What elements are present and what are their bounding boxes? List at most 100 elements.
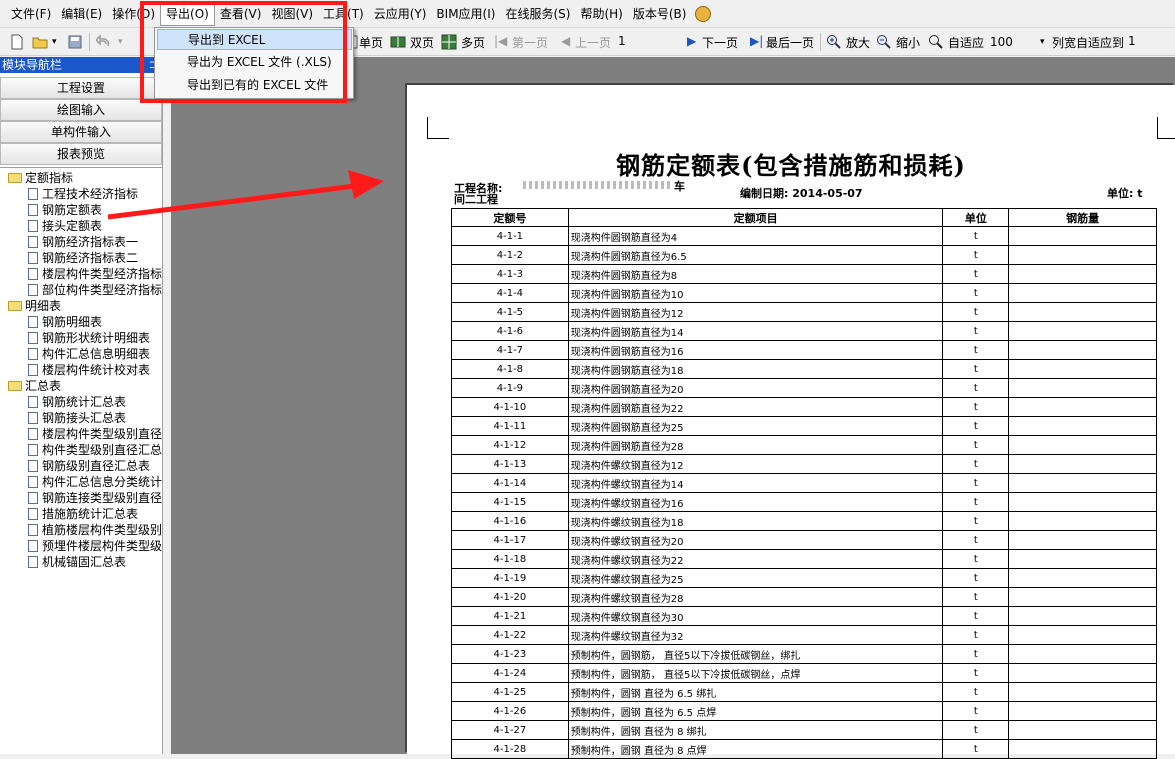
- fit-icon[interactable]: [928, 34, 944, 50]
- tree-report-item[interactable]: 楼层构件统计校对表: [28, 362, 150, 378]
- open-folder-icon[interactable]: [32, 34, 48, 50]
- table-row: 4-1-7 现浇构件圆钢筋直径为16 t: [451, 340, 1157, 360]
- tree-report-item[interactable]: 接头定额表: [28, 218, 102, 234]
- tree-report-item[interactable]: 钢筋明细表: [28, 314, 102, 330]
- undo-dropdown-icon[interactable]: ▾: [118, 37, 123, 47]
- menu-online[interactable]: 在线服务(S): [500, 0, 575, 28]
- col-header-item: 定额项目: [567, 208, 944, 227]
- tree-report-item[interactable]: 楼层构件类型经济指标: [28, 266, 162, 282]
- document-icon: [28, 332, 38, 344]
- next-page-button[interactable]: 下一页: [702, 34, 738, 51]
- first-page-icon[interactable]: |◀: [494, 34, 507, 48]
- zoom-dropdown-icon[interactable]: ▾: [1040, 37, 1045, 47]
- prev-page-icon[interactable]: ◀: [561, 34, 570, 48]
- zoom-level-select[interactable]: 100: [990, 32, 1040, 52]
- tree-report-item[interactable]: 钢筋级别直径汇总表: [28, 458, 150, 474]
- menu-bim[interactable]: BIM应用(I): [431, 0, 500, 28]
- tree-item-label: 接头定额表: [42, 219, 103, 233]
- folder-icon: [8, 381, 22, 391]
- tree-report-item[interactable]: 工程技术经济指标: [28, 186, 138, 202]
- cell-code: 4-1-14: [451, 473, 569, 493]
- cell-item: 现浇构件圆钢筋直径为14: [567, 321, 944, 341]
- tree-folder[interactable]: 汇总表: [8, 378, 61, 394]
- table-row: 4-1-21 现浇构件螺纹钢直径为30 t: [451, 606, 1157, 626]
- tree-report-item[interactable]: 构件类型级别直径汇总: [28, 442, 162, 458]
- cell-unit: t: [942, 568, 1010, 588]
- zoom-out-button[interactable]: 缩小: [896, 34, 920, 51]
- tree-report-item[interactable]: 钢筋形状统计明细表: [28, 330, 150, 346]
- toolbar-separator: [820, 33, 821, 51]
- document-icon: [28, 540, 38, 552]
- save-icon[interactable]: [67, 34, 83, 50]
- nav-single-component-input[interactable]: 单构件输入: [0, 121, 162, 143]
- tree-report-item[interactable]: 钢筋定额表: [28, 202, 102, 218]
- crop-mark: [1157, 138, 1175, 139]
- cell-item: 预制构件，圆钢 直径为 6.5 点焊: [567, 701, 944, 721]
- next-page-icon[interactable]: ▶: [687, 34, 696, 48]
- tree-folder[interactable]: 定额指标: [8, 170, 73, 186]
- tree-item-label: 钢筋经济指标表一: [42, 235, 139, 249]
- report-title: 钢筋定额表(包含措施筋和损耗): [616, 151, 966, 180]
- page-number-field[interactable]: 1: [618, 34, 626, 48]
- table-row: 4-1-3 现浇构件圆钢筋直径为8 t: [451, 264, 1157, 284]
- tree-report-item[interactable]: 楼层构件类型级别直径: [28, 426, 162, 442]
- cell-unit: t: [942, 720, 1010, 740]
- tree-folder[interactable]: 明细表: [8, 298, 61, 314]
- tree-report-item[interactable]: 措施筋统计汇总表: [28, 506, 138, 522]
- menu-edit[interactable]: 编辑(E): [56, 0, 107, 28]
- tree-report-item[interactable]: 钢筋经济指标表一: [28, 234, 138, 250]
- menu-version[interactable]: 版本号(B): [628, 0, 692, 28]
- menu-help[interactable]: 帮助(H): [575, 0, 627, 28]
- tree-report-item[interactable]: 构件汇总信息明细表: [28, 346, 150, 362]
- multi-page-button[interactable]: 多页: [461, 34, 485, 51]
- cell-amount: [1008, 511, 1157, 531]
- last-page-icon[interactable]: ▶|: [750, 34, 763, 48]
- zoom-out-icon[interactable]: [876, 34, 892, 50]
- tree-report-item[interactable]: 植筋楼层构件类型级别: [28, 522, 162, 538]
- first-page-button[interactable]: 第一页: [512, 34, 548, 51]
- cell-code: 4-1-28: [451, 739, 569, 759]
- fit-button[interactable]: 自适应: [948, 34, 984, 51]
- tree-report-item[interactable]: 部位构件类型经济指标: [28, 282, 162, 298]
- cell-amount: [1008, 264, 1157, 284]
- menu-cloud[interactable]: 云应用(Y): [369, 0, 432, 28]
- zoom-in-button[interactable]: 放大: [846, 34, 870, 51]
- undo-icon[interactable]: [96, 34, 112, 50]
- column-fit-value[interactable]: 1: [1128, 34, 1136, 48]
- open-dropdown-icon[interactable]: ▾: [52, 37, 57, 47]
- cell-amount: [1008, 359, 1157, 379]
- multi-page-icon: [441, 34, 457, 50]
- zoom-in-icon[interactable]: [826, 34, 842, 50]
- tree-report-item[interactable]: 钢筋连接类型级别直径: [28, 490, 162, 506]
- cell-unit: t: [942, 739, 1010, 759]
- report-preview-area: 钢筋定额表(包含措施筋和损耗) 工程名称: 车 间二工程 编制日期: 2014-…: [171, 57, 1175, 759]
- last-page-button[interactable]: 最后一页: [766, 34, 814, 51]
- tree-report-item[interactable]: 机械锚固汇总表: [28, 554, 126, 570]
- module-nav-panel: 模块导航栏 ⊐ 工程设置 绘图输入 单构件输入 报表预览 定额指标工程技术经济指…: [0, 57, 163, 754]
- cell-unit: t: [942, 473, 1010, 493]
- tree-report-item[interactable]: 钢筋经济指标表二: [28, 250, 138, 266]
- nav-report-preview[interactable]: 报表预览: [0, 143, 162, 165]
- tree-report-item[interactable]: 构件汇总信息分类统计: [28, 474, 162, 490]
- nav-drawing-input[interactable]: 绘图输入: [0, 99, 162, 121]
- report-page: 钢筋定额表(包含措施筋和损耗) 工程名称: 车 间二工程 编制日期: 2014-…: [407, 85, 1175, 759]
- tree-report-item[interactable]: 预埋件楼层构件类型级: [28, 538, 162, 554]
- double-page-button[interactable]: 双页: [410, 34, 434, 51]
- crop-mark: [427, 138, 449, 139]
- cell-code: 4-1-15: [451, 492, 569, 512]
- tree-report-item[interactable]: 钢筋接头汇总表: [28, 410, 126, 426]
- cell-code: 4-1-20: [451, 587, 569, 607]
- prev-page-button[interactable]: 上一页: [575, 34, 611, 51]
- cell-item: 现浇构件圆钢筋直径为6.5: [567, 245, 944, 265]
- cell-unit: t: [942, 397, 1010, 417]
- nav-project-settings[interactable]: 工程设置: [0, 77, 162, 99]
- version-badge-icon[interactable]: [695, 5, 712, 22]
- tree-report-item[interactable]: 钢筋统计汇总表: [28, 394, 126, 410]
- single-page-button[interactable]: 单页: [359, 34, 383, 51]
- menu-file[interactable]: 文件(F): [6, 0, 56, 28]
- tree-item-label: 钢筋经济指标表二: [42, 251, 139, 265]
- document-icon: [28, 396, 38, 408]
- cell-item: 现浇构件圆钢筋直径为22: [567, 397, 944, 417]
- cell-unit: t: [942, 701, 1010, 721]
- new-file-icon[interactable]: [9, 34, 25, 50]
